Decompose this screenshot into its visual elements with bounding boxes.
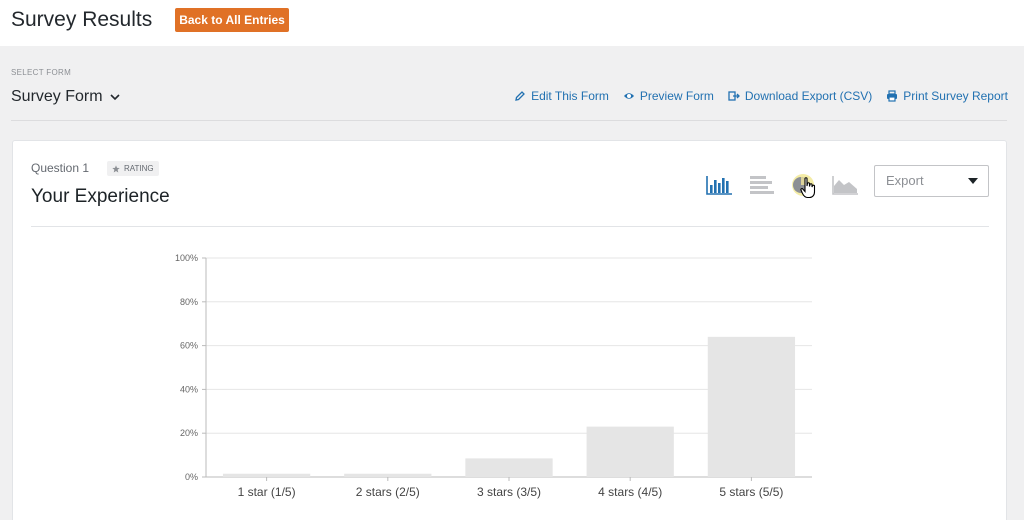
y-tick-label: 20% (180, 428, 198, 438)
x-tick-label: 4 stars (4/5) (598, 485, 662, 499)
hand-cursor-icon (800, 177, 816, 199)
results-bar-chart: 0% 20% 40% 60% 80% 100% 1 star (1/5) 2 stars (2… (175, 253, 812, 499)
bar (222, 473, 311, 477)
x-tick-label: 5 stars (5/5) (719, 485, 783, 499)
x-tick-label: 1 star (1/5) (238, 485, 296, 499)
y-tick-label: 60% (180, 341, 198, 351)
y-tick-label: 100% (175, 253, 198, 263)
bar (586, 426, 674, 477)
y-tick-label: 80% (180, 297, 198, 307)
bar (707, 336, 796, 477)
y-tick-label: 0% (185, 472, 198, 482)
y-tick-label: 40% (180, 384, 198, 394)
x-tick-label: 2 stars (2/5) (356, 485, 420, 499)
bar (465, 458, 553, 477)
bar (344, 473, 432, 477)
x-tick-label: 3 stars (3/5) (477, 485, 541, 499)
